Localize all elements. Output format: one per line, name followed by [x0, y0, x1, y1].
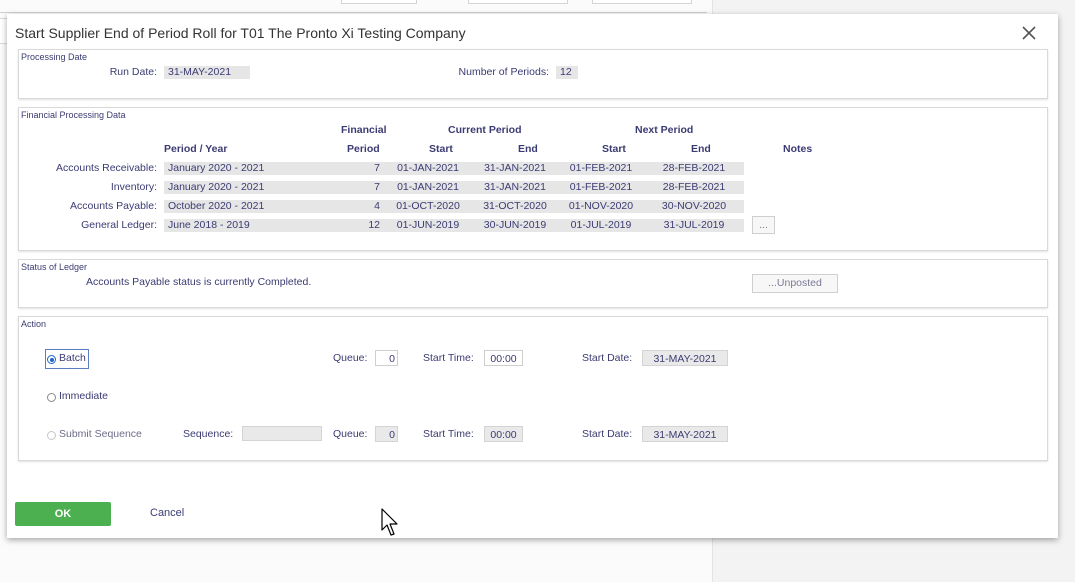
- run-date-label: Run Date:: [109, 66, 157, 78]
- sequence-input[interactable]: [242, 426, 322, 441]
- period-value: 7: [344, 162, 384, 175]
- notes-header: Notes: [783, 143, 813, 155]
- period-value: 12: [344, 219, 384, 232]
- next-start-header: Start: [602, 143, 626, 155]
- financial-processing-legend: Financial Processing Data: [21, 110, 126, 120]
- period-year-value: January 2020 - 2021: [164, 181, 344, 194]
- number-of-periods-label: Number of Periods:: [458, 66, 549, 78]
- submit-sequence-label[interactable]: Submit Sequence: [59, 428, 142, 440]
- close-icon[interactable]: [1020, 24, 1038, 42]
- current-end-value: 31-JAN-2021: [472, 181, 558, 194]
- sequence-label: Sequence:: [183, 428, 234, 440]
- background-divider: [0, 12, 707, 13]
- period-header: Period: [347, 143, 380, 155]
- batch-label[interactable]: Batch: [59, 352, 86, 364]
- batch-radio[interactable]: [47, 355, 56, 364]
- batch-start-date-input[interactable]: 31-MAY-2021: [642, 350, 728, 366]
- next-end-value: 28-FEB-2021: [644, 162, 744, 175]
- current-end-header: End: [518, 143, 538, 155]
- queue-label: Queue:: [333, 428, 368, 440]
- immediate-label[interactable]: Immediate: [59, 390, 108, 402]
- row-label: Accounts Payable:: [70, 200, 157, 212]
- mouse-cursor-icon: [381, 508, 401, 543]
- next-start-value: 01-FEB-2021: [558, 181, 644, 194]
- next-start-value: 01-FEB-2021: [558, 162, 644, 175]
- start-time-label: Start Time:: [423, 352, 474, 364]
- status-of-ledger-legend: Status of Ledger: [21, 262, 88, 272]
- current-end-value: 30-JUN-2019: [472, 219, 558, 232]
- current-period-header: Current Period: [448, 124, 522, 136]
- batch-queue-input[interactable]: 0: [375, 350, 398, 366]
- cancel-button[interactable]: Cancel: [150, 507, 184, 519]
- sequence-start-date-input[interactable]: 31-MAY-2021: [642, 426, 728, 442]
- ledger-status-message: Accounts Payable status is currently Com…: [86, 276, 312, 288]
- queue-label: Queue:: [333, 352, 368, 364]
- row-label: General Ledger:: [81, 219, 157, 231]
- current-start-value: 01-JAN-2021: [384, 181, 472, 194]
- number-of-periods-value: 12: [556, 66, 578, 79]
- start-time-label: Start Time:: [423, 428, 474, 440]
- ok-button[interactable]: OK: [15, 502, 111, 526]
- next-end-value: 31-JUL-2019: [644, 219, 744, 232]
- next-end-value: 30-NOV-2020: [644, 200, 744, 213]
- period-year-value: October 2020 - 2021: [164, 200, 344, 213]
- current-end-value: 31-OCT-2020: [472, 200, 558, 213]
- period-year-header: Period / Year: [164, 143, 228, 155]
- action-legend: Action: [21, 319, 47, 329]
- action-group: Action Batch Queue: 0 Start Time: 00:00 …: [18, 316, 1048, 461]
- period-year-value: January 2020 - 2021: [164, 162, 344, 175]
- sequence-queue-input[interactable]: 0: [375, 426, 398, 442]
- processing-date-legend: Processing Date: [21, 52, 88, 62]
- row-label: Inventory:: [110, 181, 157, 193]
- sequence-start-time-input[interactable]: 00:00: [484, 426, 523, 442]
- next-end-value: 28-FEB-2021: [644, 181, 744, 194]
- financial-header: Financial: [341, 124, 387, 136]
- background-field: [341, 0, 417, 4]
- current-start-header: Start: [429, 143, 453, 155]
- start-date-label: Start Date:: [582, 428, 633, 440]
- end-of-period-roll-dialog: Start Supplier End of Period Roll for T0…: [7, 14, 1058, 538]
- processing-date-group: Processing Date Run Date: 31-MAY-2021 Nu…: [18, 49, 1048, 99]
- dialog-title: Start Supplier End of Period Roll for T0…: [15, 25, 466, 41]
- background-field: [468, 0, 568, 4]
- next-start-value: 01-JUL-2019: [558, 219, 644, 232]
- next-start-value: 01-NOV-2020: [558, 200, 644, 213]
- period-value: 4: [344, 200, 384, 213]
- current-start-value: 01-OCT-2020: [384, 200, 472, 213]
- submit-sequence-radio[interactable]: [47, 431, 56, 440]
- current-end-value: 31-JAN-2021: [472, 162, 558, 175]
- run-date-value: 31-MAY-2021: [164, 66, 250, 79]
- next-end-header: End: [691, 143, 711, 155]
- batch-start-time-input[interactable]: 00:00: [484, 350, 523, 366]
- unposted-button[interactable]: ...Unposted: [752, 274, 838, 293]
- next-period-header: Next Period: [635, 124, 694, 136]
- financial-processing-group: Financial Processing Data Financial Curr…: [18, 107, 1048, 251]
- current-start-value: 01-JUN-2019: [384, 219, 472, 232]
- status-of-ledger-group: Status of Ledger Accounts Payable status…: [18, 259, 1048, 308]
- start-date-label: Start Date:: [582, 352, 633, 364]
- background-field: [592, 0, 692, 4]
- row-label: Accounts Receivable:: [56, 162, 157, 174]
- period-year-value: June 2018 - 2019: [164, 219, 344, 232]
- period-value: 7: [344, 181, 384, 194]
- immediate-radio[interactable]: [47, 393, 56, 402]
- current-start-value: 01-JAN-2021: [384, 162, 472, 175]
- notes-ellipsis-button[interactable]: ...: [752, 216, 775, 234]
